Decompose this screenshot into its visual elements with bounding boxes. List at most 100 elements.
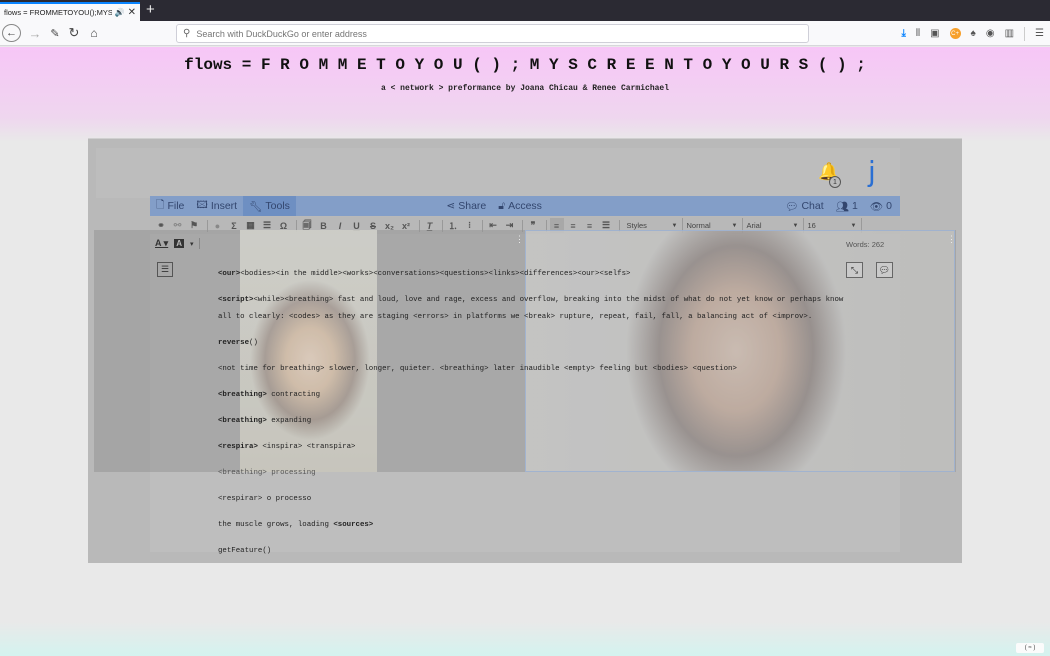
- bold-text: <sources>: [333, 521, 374, 529]
- menu-file[interactable]: 🗋 File: [150, 196, 190, 216]
- document-line: <breathing> expanding: [218, 417, 311, 425]
- line-text: <breathing> processing: [218, 469, 316, 477]
- menu-file-label: File: [167, 200, 185, 212]
- lock-icon: 🔓︎: [498, 199, 506, 212]
- extensions-grid-icon[interactable]: ▥: [1005, 28, 1014, 39]
- menu-tools-label: Tools: [265, 200, 290, 212]
- video-menu-icon[interactable]: ⋮: [515, 234, 524, 245]
- document-line: getFeature(): [218, 547, 271, 555]
- notification-badge: 1: [829, 176, 841, 188]
- page-title: flows = F R O M M E T O Y O U ( ) ; M Y …: [184, 56, 866, 74]
- url-bar[interactable]: ⚲: [176, 24, 809, 43]
- document-line: <our><bodies><in the middle><works><conv…: [218, 270, 630, 278]
- tab-title: flows = FROMMETOYOU();MYSC: [4, 8, 112, 17]
- share-icon: ⋖: [446, 200, 456, 212]
- reload-button[interactable]: ↻: [67, 24, 81, 42]
- tools-icon[interactable]: ✎: [48, 24, 62, 42]
- forward-button[interactable]: →: [28, 24, 42, 42]
- nav-bar: ← → ✎ ↻ ⌂ ⚲ ⤓ ⫴ ▣ C+ ♠ ◉ ▥ ☰: [0, 21, 1050, 46]
- bold-text: <breathing>: [218, 417, 267, 425]
- menu-icon[interactable]: ☰: [1035, 28, 1044, 39]
- extension-cplus-icon[interactable]: C+: [949, 28, 961, 39]
- close-icon[interactable]: ✕: [128, 7, 136, 18]
- bold-text: <script>: [218, 296, 254, 304]
- users-count-value: 1: [851, 200, 858, 212]
- chevron-down-icon: ▼: [731, 222, 738, 229]
- list-icon: ☰: [160, 264, 170, 274]
- chevron-down-icon: ▼: [850, 222, 857, 229]
- bold-text: <our>: [218, 270, 241, 278]
- document-line: all to clearly: <codes> as they are stag…: [218, 313, 812, 321]
- font-size-value: 16: [807, 221, 816, 230]
- bold-text: <respira>: [218, 443, 258, 451]
- account-icon[interactable]: ◉: [986, 28, 995, 39]
- video-menu-icon[interactable]: ⋮: [947, 234, 956, 245]
- chat-bubble-icon: 💬︎: [878, 264, 891, 275]
- document-line: <script><while><breathing> fast and loud…: [218, 296, 843, 304]
- line-text: <inspira> <transpira>: [257, 443, 356, 451]
- background-color-button[interactable]: A: [174, 239, 184, 248]
- file-icon: 🗋: [156, 199, 165, 211]
- menu-access-label: Access: [508, 200, 542, 212]
- chat-icon: 💬︎: [785, 200, 799, 213]
- document-line: <breathing> contracting: [218, 391, 320, 399]
- menu-share[interactable]: ⋖ Share: [440, 196, 492, 216]
- font-value: Arial: [746, 221, 762, 230]
- line-text: getFeature(): [218, 547, 272, 555]
- menu-access[interactable]: 🔓︎ Access: [492, 196, 548, 216]
- speaker-icon[interactable]: 🔊: [115, 8, 125, 17]
- line-text: expanding: [266, 417, 312, 425]
- bold-text: reverse: [218, 339, 250, 347]
- bottom-toggle-button[interactable]: ( ≈ ): [1016, 643, 1044, 653]
- color-toolbar: A ▾ A ▾: [155, 238, 201, 249]
- toolbar-icons: ⤓ ⫴ ▣ C+ ♠ ◉ ▥ ☰: [901, 25, 1044, 42]
- page-subtitle: a < network > preformance by Joana Chica…: [380, 84, 670, 93]
- menu-insert[interactable]: 🖾 Insert: [190, 196, 243, 216]
- editor-menubar: 🗋 File 🖾 Insert 🔧︎ Tools ⋖ Share 🔓︎ Acce…: [150, 196, 900, 216]
- chat-toggle-button[interactable]: 💬︎: [876, 262, 893, 278]
- line-text: <bodies><in the middle><works><conversat…: [240, 270, 631, 278]
- url-input[interactable]: [196, 28, 808, 39]
- users-count[interactable]: 👥︎ 1: [830, 196, 864, 216]
- line-text: (): [249, 339, 258, 347]
- styles-value: Styles: [626, 221, 647, 230]
- menu-insert-label: Insert: [210, 200, 238, 212]
- chevron-down-icon: ▼: [792, 222, 799, 229]
- extension-icon[interactable]: ♠: [971, 28, 976, 39]
- minimize-button[interactable]: ⤡: [846, 262, 863, 278]
- word-count: Words: 262: [846, 240, 885, 249]
- library-icon[interactable]: ⫴: [916, 28, 920, 39]
- viewers-count[interactable]: 👁︎ 0: [864, 196, 900, 216]
- eye-icon: 👁︎: [869, 200, 884, 213]
- line-text: all to clearly: <codes> as they are stag…: [218, 313, 813, 321]
- line-text: <respirar> o processo: [218, 495, 312, 503]
- chevron-down-icon: ▼: [671, 222, 678, 229]
- menu-chat-label: Chat: [801, 200, 824, 212]
- toolbar-separator: [1024, 26, 1026, 41]
- menu-tools[interactable]: 🔧︎ Tools: [243, 196, 296, 216]
- document-line: <not time for breathing> slower, longer,…: [218, 365, 737, 373]
- users-icon: 👥︎: [835, 200, 849, 213]
- video-feed-participant-1[interactable]: [240, 230, 377, 472]
- bold-text: <breathing>: [218, 391, 267, 399]
- line-text: <while><breathing> fast and loud, love a…: [253, 296, 844, 304]
- document-line: the muscle grows, loading <sources>: [218, 521, 373, 529]
- outline-button[interactable]: ☰: [157, 262, 173, 277]
- home-button[interactable]: ⌂: [87, 24, 101, 42]
- line-text: <not time for breathing> slower, longer,…: [218, 365, 737, 373]
- menu-chat[interactable]: 💬︎ Chat: [779, 196, 830, 216]
- document-line: <respira> <inspira> <transpira>: [218, 443, 356, 451]
- user-avatar[interactable]: j: [868, 155, 876, 188]
- line-text: contracting: [266, 391, 321, 399]
- wrench-icon: 🔧︎: [249, 200, 263, 213]
- text-color-button[interactable]: A ▾: [155, 238, 168, 249]
- image-icon: 🖾: [196, 199, 208, 211]
- line-text: the muscle grows, loading: [218, 521, 334, 529]
- sidebar-icon[interactable]: ▣: [930, 28, 939, 39]
- new-tab-button[interactable]: +: [146, 1, 155, 18]
- viewers-count-value: 0: [886, 200, 892, 212]
- back-button[interactable]: ←: [2, 24, 21, 42]
- browser-tab[interactable]: flows = FROMMETOYOU();MYSC 🔊 ✕: [0, 2, 140, 21]
- download-icon[interactable]: ⤓: [901, 28, 905, 39]
- tab-strip: flows = FROMMETOYOU();MYSC 🔊 ✕ +: [0, 0, 1050, 21]
